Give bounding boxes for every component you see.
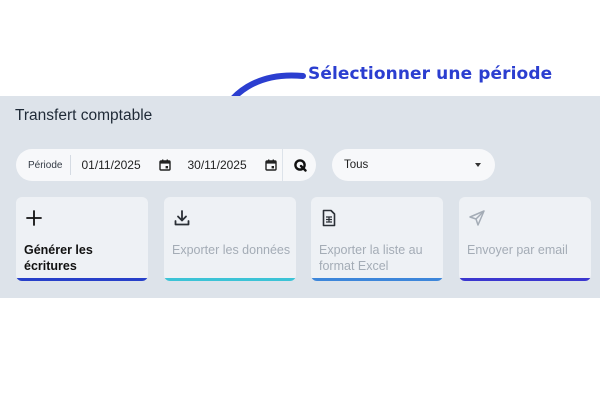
export-data-label: Exporter les données	[172, 243, 291, 257]
calendar-icon[interactable]	[159, 159, 172, 171]
refresh-button[interactable]	[282, 149, 316, 181]
accounting-transfer-panel: Transfert comptable Période 01/11/2025 3…	[0, 96, 600, 298]
plus-icon	[26, 210, 42, 226]
card-accent-bar	[16, 278, 148, 281]
generate-entries-label: Générer les écritures	[24, 243, 93, 273]
card-accent-bar	[164, 278, 296, 281]
end-date-field[interactable]: 30/11/2025	[187, 158, 283, 172]
chevron-down-icon	[475, 163, 481, 167]
export-excel-button[interactable]: Exporter la liste au format Excel	[311, 197, 443, 281]
send-email-label: Envoyer par email	[467, 243, 568, 257]
annotation-text: Sélectionner une période	[308, 64, 553, 84]
end-date-value: 30/11/2025	[187, 158, 247, 172]
divider	[70, 155, 72, 175]
period-label: Période	[28, 159, 63, 171]
status-select[interactable]: Tous	[332, 149, 495, 181]
calendar-icon[interactable]	[265, 159, 278, 171]
send-email-button[interactable]: Envoyer par email	[459, 197, 591, 281]
page-title: Transfert comptable	[15, 107, 153, 124]
send-icon	[469, 210, 485, 226]
export-data-button[interactable]: Exporter les données	[164, 197, 296, 281]
card-accent-bar	[459, 278, 591, 281]
start-date-field[interactable]: 01/11/2025	[81, 158, 177, 172]
status-select-value: Tous	[344, 159, 369, 171]
spreadsheet-file-icon	[322, 209, 336, 227]
generate-entries-button[interactable]: Générer les écritures	[16, 197, 148, 281]
start-date-value: 01/11/2025	[81, 158, 141, 172]
refresh-icon	[293, 159, 307, 172]
export-excel-label: Exporter la liste au format Excel	[319, 243, 423, 273]
card-accent-bar	[311, 278, 443, 281]
download-icon	[174, 210, 190, 226]
screen: Sélectionner une période Transfert compt…	[0, 0, 600, 400]
period-filter: Période 01/11/2025 30/11/2025	[16, 149, 316, 181]
